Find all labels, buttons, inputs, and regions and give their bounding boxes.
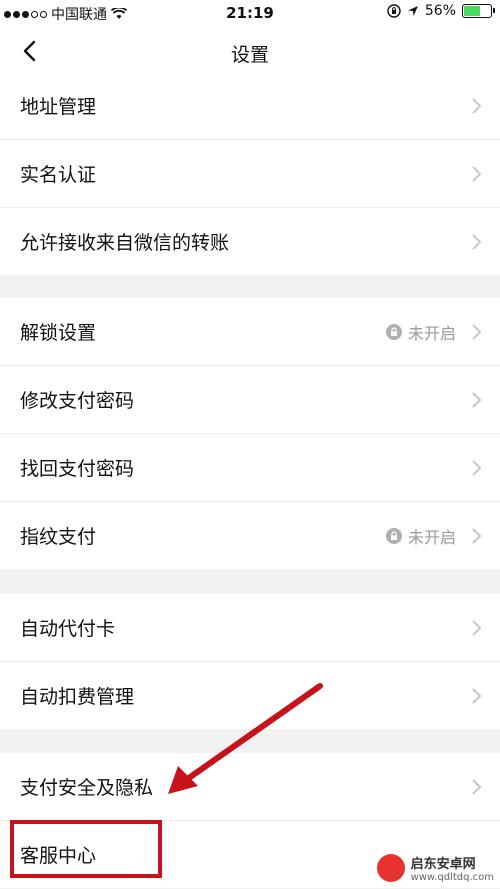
orientation-lock-icon	[387, 4, 401, 18]
chevron-right-icon	[472, 97, 482, 114]
lock-icon	[385, 323, 402, 340]
status-text: 未开启	[407, 323, 456, 343]
chevron-right-icon	[472, 233, 482, 250]
settings-group-auto-pay: 自动代付卡 自动扣费管理	[0, 594, 500, 729]
chevron-right-icon	[472, 527, 482, 544]
annotation-highlight-box	[10, 820, 162, 878]
row-auto-deduction[interactable]: 自动扣费管理	[0, 662, 500, 729]
row-address-management[interactable]: 地址管理	[0, 72, 500, 140]
row-label: 支付安全及隐私	[20, 777, 154, 799]
lock-icon	[385, 527, 402, 544]
status-text: 未开启	[407, 527, 456, 547]
row-security-privacy[interactable]: 支付安全及隐私	[0, 753, 500, 821]
row-recover-pay-password[interactable]: 找回支付密码	[0, 434, 500, 502]
row-label: 自动代付卡	[20, 618, 116, 640]
chevron-right-icon	[472, 323, 482, 340]
row-change-pay-password[interactable]: 修改支付密码	[0, 366, 500, 434]
row-real-name-verification[interactable]: 实名认证	[0, 140, 500, 208]
watermark-name: 启东安卓网	[410, 857, 476, 872]
row-auto-proxy-card[interactable]: 自动代付卡	[0, 594, 500, 662]
row-label: 自动扣费管理	[20, 686, 135, 708]
chevron-right-icon	[472, 619, 482, 636]
row-label: 找回支付密码	[20, 458, 135, 480]
settings-group-security: 解锁设置 未开启 修改支付密码 找回支付密码 指纹支付 未开启	[0, 298, 500, 569]
status-off: 未开启	[385, 320, 456, 344]
row-label: 地址管理	[20, 96, 97, 118]
chevron-right-icon	[472, 459, 482, 476]
watermark-url: www.qdltdq.com	[410, 872, 494, 883]
status-right: 56%	[387, 3, 495, 19]
watermark-logo-icon	[376, 854, 405, 882]
status-bar: 中国联通 21:19 56%	[0, 0, 500, 26]
row-label: 允许接收来自微信的转账	[20, 232, 230, 254]
settings-group-account: 地址管理 实名认证 允许接收来自微信的转账	[0, 72, 500, 275]
row-fingerprint-pay[interactable]: 指纹支付 未开启	[0, 502, 500, 569]
row-label: 修改支付密码	[20, 390, 135, 412]
row-label: 解锁设置	[20, 322, 97, 344]
row-wechat-transfer[interactable]: 允许接收来自微信的转账	[0, 208, 500, 275]
chevron-right-icon	[472, 687, 482, 704]
chevron-right-icon	[472, 778, 482, 795]
battery-icon	[462, 4, 495, 18]
status-off: 未开启	[385, 524, 456, 548]
row-label: 实名认证	[20, 164, 97, 186]
chevron-right-icon	[472, 165, 482, 182]
location-icon	[407, 6, 418, 16]
row-unlock-settings[interactable]: 解锁设置 未开启	[0, 298, 500, 366]
row-label: 指纹支付	[20, 526, 97, 548]
watermark: 启东安卓网 www.qdltdq.com	[376, 853, 494, 883]
battery-percent: 56%	[424, 3, 456, 19]
chevron-right-icon	[472, 391, 482, 408]
page-title: 设置	[230, 44, 269, 66]
